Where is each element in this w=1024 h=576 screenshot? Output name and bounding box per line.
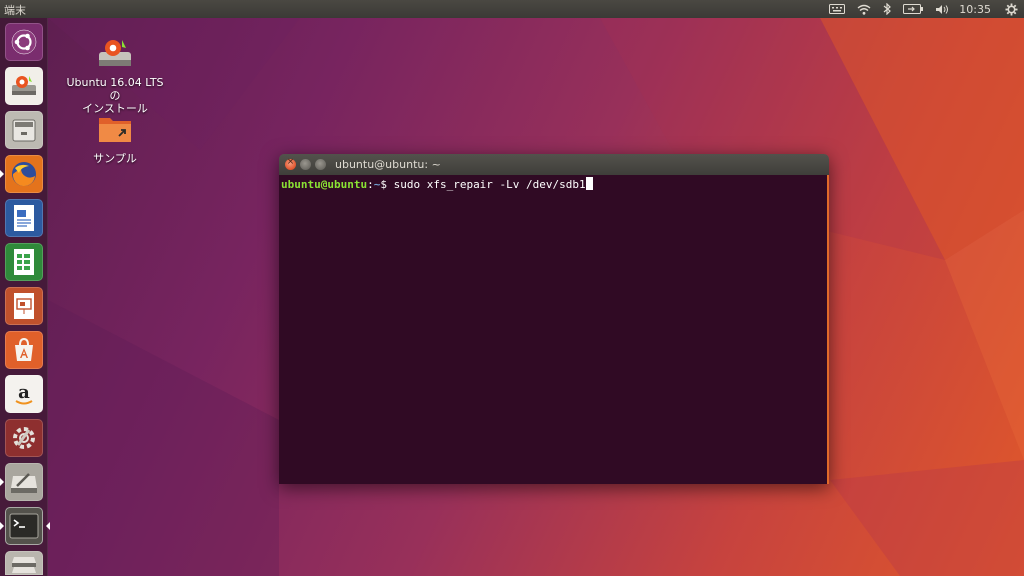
software-center-icon	[15, 337, 33, 361]
bluetooth-icon[interactable]	[877, 0, 897, 18]
launcher-files[interactable]	[5, 111, 43, 149]
launcher-installer[interactable]	[5, 67, 43, 105]
desktop-icon-label: サンプル	[93, 152, 137, 165]
installer-icon	[12, 76, 36, 95]
clock[interactable]: 10:35	[955, 0, 999, 18]
calc-sheet-icon	[14, 249, 34, 275]
active-app-title: 端末	[4, 4, 26, 17]
launcher: a	[0, 18, 50, 576]
desktop-installer-icon[interactable]: Ubuntu 16.04 LTS の インストール	[60, 36, 170, 115]
folder-icon	[99, 118, 131, 142]
firefox-icon	[12, 162, 36, 187]
prompt-symbol: $	[380, 178, 394, 191]
running-indicator	[0, 478, 4, 486]
impress-slides-icon	[14, 293, 34, 319]
launcher-firefox[interactable]	[0, 155, 43, 193]
disk-drive-icon	[11, 473, 37, 493]
keyboard-icon[interactable]	[823, 0, 851, 18]
close-button[interactable]: ×	[285, 157, 296, 170]
file-cabinet-icon	[12, 119, 36, 142]
terminal-window[interactable]: × ubuntu@ubuntu: ~ ubuntu@ubuntu:~$ sudo…	[279, 154, 829, 484]
launcher-drive[interactable]	[0, 463, 43, 501]
minimize-button[interactable]	[300, 159, 311, 170]
svg-text:a: a	[18, 382, 30, 403]
prompt-user: ubuntu@ubuntu	[281, 178, 368, 191]
close-icon: ×	[286, 157, 295, 167]
launcher-impress[interactable]	[5, 287, 43, 325]
command-input[interactable]: sudo xfs_repair -Lv /dev/sdb1	[394, 178, 586, 191]
prompt-separator: :	[367, 178, 374, 191]
disk-stack-icon	[12, 557, 36, 573]
installer-icon	[99, 40, 131, 66]
ubuntu-dash-button[interactable]	[5, 23, 43, 61]
launcher-calc[interactable]	[5, 243, 43, 281]
maximize-button[interactable]	[315, 159, 326, 170]
desktop-sample-folder[interactable]: サンプル	[60, 112, 170, 165]
launcher-terminal[interactable]	[0, 507, 50, 545]
wifi-icon[interactable]	[851, 0, 877, 18]
window-title: ubuntu@ubuntu: ~	[335, 158, 441, 171]
writer-doc-icon	[14, 205, 34, 231]
gear-icon[interactable]	[999, 0, 1024, 18]
launcher-settings[interactable]	[5, 419, 43, 457]
launcher-amazon[interactable]: a	[5, 375, 43, 413]
text-cursor	[585, 177, 593, 190]
amazon-icon: a	[15, 382, 33, 405]
battery-icon[interactable]	[897, 0, 929, 18]
running-indicator	[0, 170, 4, 178]
window-titlebar[interactable]: × ubuntu@ubuntu: ~	[279, 154, 829, 175]
desktop-icon-label: Ubuntu 16.04 LTS の	[66, 76, 164, 102]
launcher-trash[interactable]	[5, 551, 43, 575]
indicator-area: 10:35	[823, 0, 1024, 18]
focused-indicator	[46, 522, 50, 530]
launcher-writer[interactable]	[5, 199, 43, 237]
launcher-software[interactable]	[5, 331, 43, 369]
terminal-output[interactable]: ubuntu@ubuntu:~$ sudo xfs_repair -Lv /de…	[279, 175, 829, 484]
top-panel: 端末 10:35	[0, 0, 1024, 18]
terminal-icon	[9, 513, 39, 539]
settings-wrench-icon	[13, 427, 35, 449]
ubuntu-logo-icon	[11, 29, 37, 55]
volume-icon[interactable]	[929, 0, 955, 18]
running-indicator	[0, 522, 4, 530]
